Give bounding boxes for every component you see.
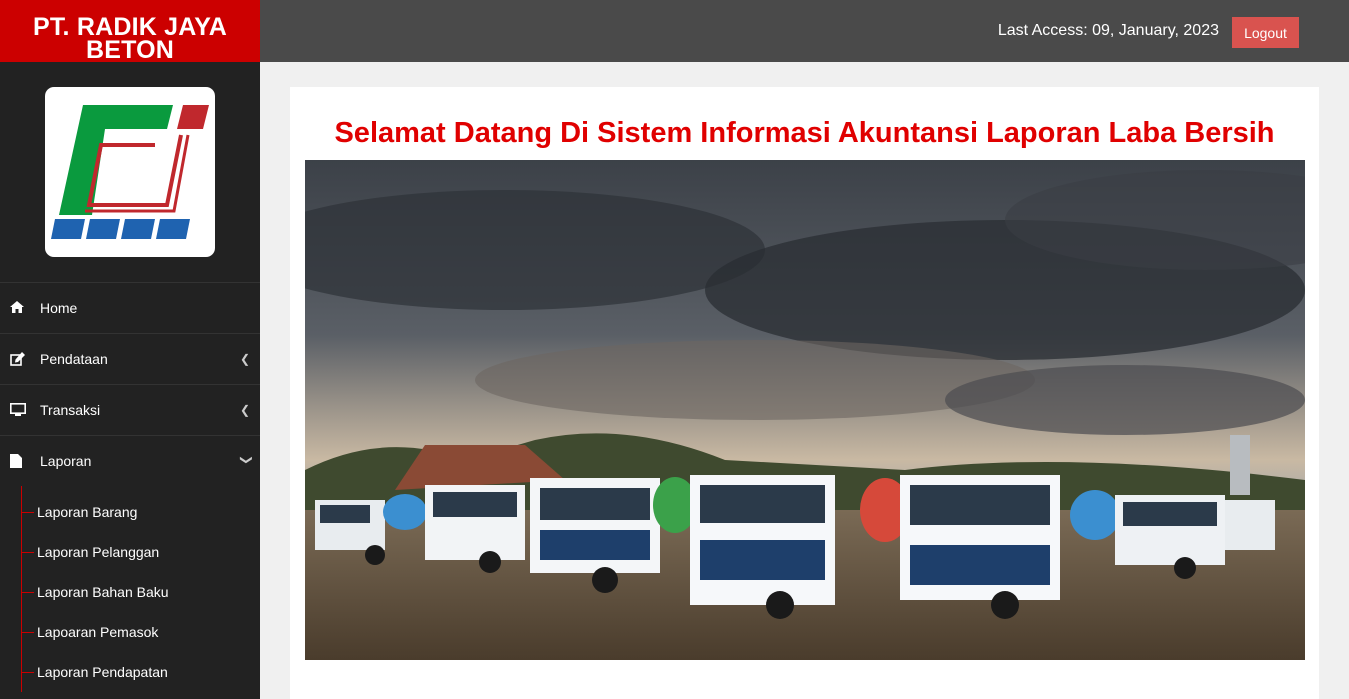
- welcome-heading: Selamat Datang Di Sistem Informasi Akunt…: [334, 117, 1275, 149]
- sidebar-item-label: Transaksi: [40, 402, 101, 418]
- last-access-text: Last Access: 09, January, 2023: [997, 22, 1219, 39]
- sidebar-item-transaksi[interactable]: Transaksi ❮: [0, 384, 260, 435]
- submenu-item-laporan-pendapatan[interactable]: Laporan Pendapatan: [0, 652, 260, 692]
- hero-image: [305, 160, 1305, 660]
- chevron-down-icon: ❮: [237, 454, 252, 466]
- sidebar-item-pendataan[interactable]: Pendataan ❮: [0, 333, 260, 384]
- sidebar-item-label: Pendataan: [40, 351, 108, 367]
- main-panel: Selamat Datang Di Sistem Informasi Akunt…: [290, 87, 1319, 699]
- top-bar: Last Access: 09, January, 2023 Logout: [260, 0, 1349, 62]
- sidebar-item-home[interactable]: Home: [0, 282, 260, 333]
- submenu-item-laporan-bahan-baku[interactable]: Laporan Bahan Baku: [0, 572, 260, 612]
- sidebar-item-label: Laporan: [40, 453, 92, 469]
- hero-illustration: [305, 160, 1305, 660]
- file-icon: [10, 454, 28, 468]
- logout-button[interactable]: Logout: [1232, 17, 1299, 48]
- home-icon: [10, 301, 28, 315]
- sidebar-menu: Home Pendataan ❮ Transaksi ❮ Laporan ❮ L…: [0, 282, 260, 692]
- edit-icon: [10, 352, 28, 366]
- sidebar-item-laporan[interactable]: Laporan ❮: [0, 435, 260, 486]
- laporan-submenu: Laporan Barang Laporan Pelanggan Laporan…: [0, 486, 260, 692]
- brand-line-2: BETON: [85, 36, 175, 64]
- chevron-left-icon: ❮: [239, 352, 250, 366]
- brand-title: PT. RADIK JAYA BETON: [0, 0, 260, 64]
- sidebar-item-label: Home: [40, 300, 78, 316]
- company-logo: [45, 87, 215, 257]
- chevron-left-icon: ❮: [239, 403, 250, 417]
- submenu-item-laporan-pemasok[interactable]: Lapoaran Pemasok: [0, 612, 260, 652]
- submenu-item-laporan-pelanggan[interactable]: Laporan Pelanggan: [0, 532, 260, 572]
- submenu-item-laporan-barang[interactable]: Laporan Barang: [0, 492, 260, 532]
- sidebar: Home Pendataan ❮ Transaksi ❮ Laporan ❮ L…: [0, 62, 260, 699]
- logo-graphic: [51, 105, 209, 239]
- monitor-icon: [10, 403, 28, 417]
